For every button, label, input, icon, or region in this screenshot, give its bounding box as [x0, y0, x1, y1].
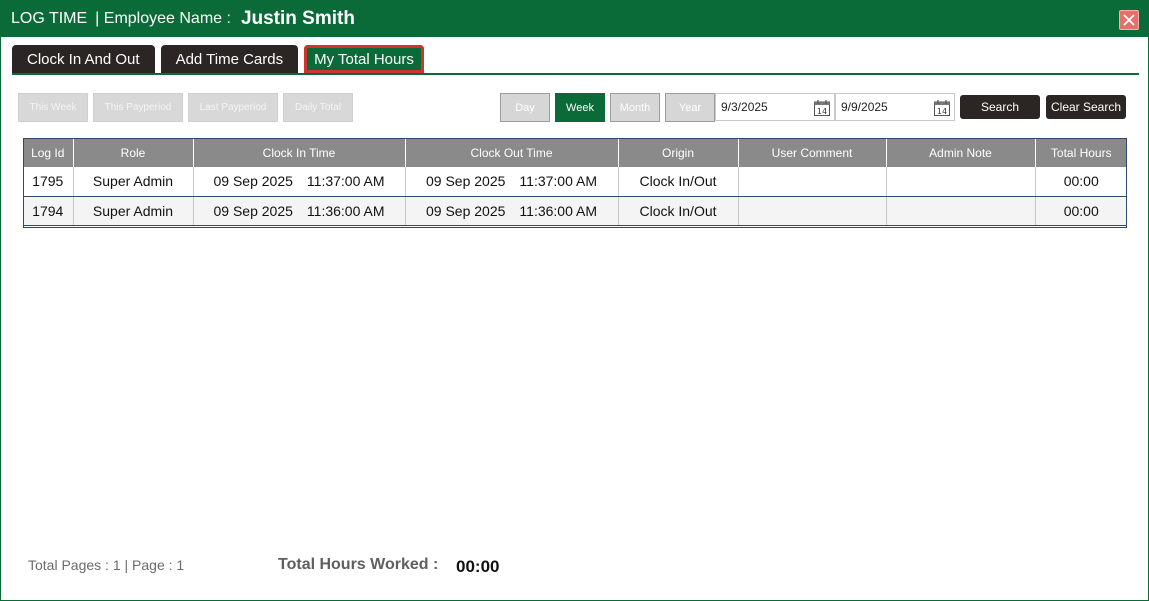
last-payperiod-button[interactable]: Last Payperiod — [188, 93, 278, 122]
role-cell: Super Admin — [73, 167, 194, 197]
total-hours-label: Total Hours Worked : — [278, 556, 439, 573]
table-header-row: Log Id Role Clock In Time Clock Out Time… — [23, 138, 1127, 167]
origin-cell: Clock In/Out — [618, 196, 739, 226]
this-payperiod-button[interactable]: This Payperiod — [93, 93, 183, 122]
clock-out-cell: 09 Sep 2025 11:36:00 AM — [405, 196, 619, 226]
clock-in-cell: 09 Sep 2025 11:36:00 AM — [193, 196, 406, 226]
table-row[interactable]: 1794 Super Admin 09 Sep 2025 11:36:00 AM … — [23, 196, 1127, 226]
app-title: LOG TIME — [11, 10, 88, 27]
admin-note-cell — [886, 196, 1036, 226]
clock-out-date: 09 Sep 2025 — [426, 173, 506, 190]
clock-in-time: 11:36:00 AM — [306, 202, 385, 219]
daily-total-button[interactable]: Daily Total — [283, 93, 353, 122]
year-button[interactable]: Year — [665, 93, 715, 122]
clock-out-date: 09 Sep 2025 — [426, 202, 506, 219]
month-button[interactable]: Month — [610, 93, 660, 122]
date-from-field[interactable]: 9/3/2025 14 — [715, 93, 835, 121]
clock-out-time: 11:36:00 AM — [519, 202, 597, 219]
tab-add-time-cards[interactable]: Add Time Cards — [160, 45, 299, 73]
employee-name-label: | Employee Name : — [95, 10, 231, 27]
clock-in-date: 09 Sep 2025 — [213, 173, 293, 190]
calendar-icon[interactable]: 14 — [933, 99, 951, 117]
total-hours-cell: 00:00 — [1035, 196, 1127, 226]
time-log-table: Log Id Role Clock In Time Clock Out Time… — [23, 138, 1127, 226]
calendar-icon[interactable]: 14 — [813, 99, 831, 117]
employee-name: Justin Smith — [240, 8, 355, 29]
table-row[interactable]: 1795 Super Admin 09 Sep 2025 11:37:00 AM … — [23, 167, 1127, 197]
column-header[interactable]: Total Hours — [1035, 138, 1127, 167]
role-cell: Super Admin — [73, 196, 194, 226]
tab-bar: Clock In And Out Add Time Cards My Total… — [12, 45, 424, 74]
tab-my-total-hours[interactable]: My Total Hours — [304, 45, 424, 73]
title-bar: LOG TIME | Employee Name : Justin Smith — [1, 1, 1148, 37]
column-header[interactable]: User Comment — [738, 138, 887, 167]
tab-underline — [12, 73, 1139, 75]
clock-out-cell: 09 Sep 2025 11:37:00 AM — [405, 167, 619, 197]
clock-out-time: 11:37:00 AM — [519, 173, 597, 190]
clock-in-date: 09 Sep 2025 — [213, 202, 293, 219]
log-time-window: LOG TIME | Employee Name : Justin Smith … — [0, 0, 1149, 601]
column-header[interactable]: Origin — [618, 138, 739, 167]
date-to-field[interactable]: 9/9/2025 14 — [835, 93, 955, 121]
user-comment-cell — [738, 196, 887, 226]
clock-in-time: 11:37:00 AM — [306, 173, 385, 190]
pagination-info: Total Pages : 1 | Page : 1 — [28, 557, 185, 573]
log-id-cell: 1794 — [23, 196, 74, 226]
column-header[interactable]: Clock Out Time — [405, 138, 619, 167]
week-button[interactable]: Week — [555, 93, 605, 122]
total-hours-value: 00:00 — [456, 557, 500, 576]
tab-clock-in-and-out[interactable]: Clock In And Out — [12, 45, 155, 73]
user-comment-cell — [738, 167, 887, 197]
clear-search-button[interactable]: Clear Search — [1046, 95, 1126, 119]
origin-cell: Clock In/Out — [618, 167, 739, 197]
calendar-day: 14 — [937, 107, 947, 116]
clock-in-cell: 09 Sep 2025 11:37:00 AM — [193, 167, 406, 197]
column-header[interactable]: Clock In Time — [193, 138, 406, 167]
day-button[interactable]: Day — [500, 93, 550, 122]
calendar-day: 14 — [817, 107, 827, 116]
column-header[interactable]: Log Id — [23, 138, 74, 167]
date-to-value: 9/9/2025 — [841, 100, 888, 114]
close-button[interactable] — [1119, 10, 1139, 30]
admin-note-cell — [886, 167, 1036, 197]
this-week-button[interactable]: This Week — [18, 93, 88, 122]
total-hours-cell: 00:00 — [1035, 167, 1127, 197]
column-header[interactable]: Role — [73, 138, 194, 167]
close-icon — [1123, 14, 1135, 26]
date-from-value: 9/3/2025 — [721, 100, 768, 114]
log-id-cell: 1795 — [23, 167, 74, 197]
search-button[interactable]: Search — [960, 95, 1040, 119]
column-header[interactable]: Admin Note — [886, 138, 1036, 167]
